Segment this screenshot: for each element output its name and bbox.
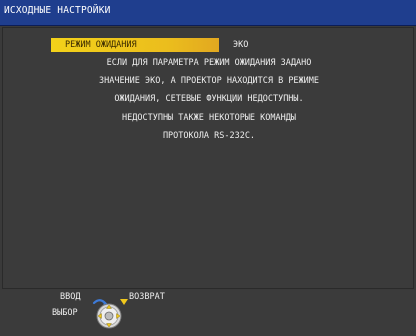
title-bar: ИСХОДНЫЕ НАСТРОЙКИ [0,0,416,26]
info-text: ЕСЛИ ДЛЯ ПАРАМЕТРА РЕЖИМ ОЖИДАНИЯ ЗАДАНО… [3,54,415,145]
standby-mode-setting[interactable]: РЕЖИМ ОЖИДАНИЯ [51,38,219,52]
menu-title: ИСХОДНЫЕ НАСТРОЙКИ [4,5,111,16]
return-label: ВОЗВРАТ [129,292,165,302]
info-line-2: ЗНАЧЕНИЕ ЭКО, А ПРОЕКТОР НАХОДИТСЯ В РЕЖ… [98,76,320,87]
info-line-5: ПРОТОКОЛА RS-232C. [162,130,256,141]
select-label: ВЫБОР [52,308,78,318]
osd-screen: ИСХОДНЫЕ НАСТРОЙКИ РЕЖИМ ОЖИДАНИЯ ЭКО ЕС… [0,0,416,336]
content-panel: РЕЖИМ ОЖИДАНИЯ ЭКО ЕСЛИ ДЛЯ ПАРАМЕТРА РЕ… [2,27,414,289]
info-line-4: НЕДОСТУПНЫ ТАКЖЕ НЕКОТОРЫЕ КОМАНДЫ [122,112,296,123]
info-line-1: ЕСЛИ ДЛЯ ПАРАМЕТРА РЕЖИМ ОЖИДАНИЯ ЗАДАНО [106,58,312,68]
enter-label: ВВОД [60,292,81,302]
dpad-icon [92,299,128,329]
return-arrow-icon [120,299,128,305]
footer-guide: ВВОД ВЫБОР ВОЗВРАТ [0,290,416,336]
info-line-3: ОЖИДАНИЯ, СЕТЕВЫЕ ФУНКЦИИ НЕДОСТУПНЫ. [114,94,304,105]
standby-mode-value: ЭКО [233,40,249,50]
